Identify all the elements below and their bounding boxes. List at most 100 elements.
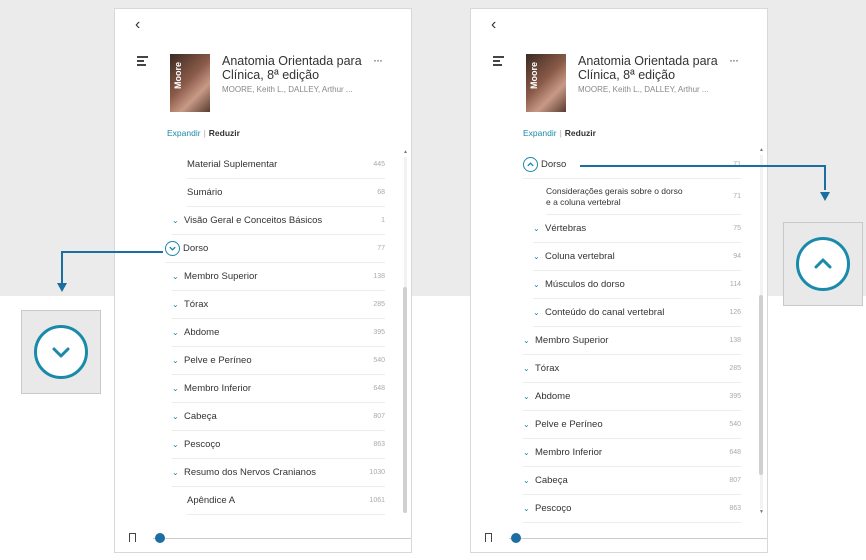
chevron-down-icon[interactable]: ⌄ [533, 224, 545, 233]
toc-row[interactable]: Apêndice A 1061 [187, 487, 385, 515]
toc-label: Pescoço [184, 439, 221, 450]
menu-lines-icon[interactable] [493, 56, 504, 68]
toc-row[interactable]: ⌄ Conteúdo do canal vertebral 126 [533, 299, 741, 327]
toc-page-number: 138 [373, 273, 385, 280]
toc-page-number: 863 [373, 441, 385, 448]
toc-row[interactable]: ⌄ Visão Geral e Conceitos Básicos 1 [172, 207, 385, 235]
chevron-down-icon[interactable]: ⌄ [172, 440, 184, 449]
chevron-down-icon[interactable]: ⌄ [523, 504, 535, 513]
expand-link[interactable]: Expandir [523, 128, 557, 138]
toc-page-number: 1061 [369, 497, 385, 504]
toc-row[interactable]: ⌄ Tórax 285 [523, 355, 741, 383]
scrollbar-thumb[interactable] [759, 295, 763, 475]
toc-row[interactable]: Considerações gerais sobre o dorso e a c… [546, 179, 741, 215]
callout-line [61, 251, 63, 283]
chevron-down-icon[interactable]: ⌄ [523, 364, 535, 373]
toc-label: Membro Inferior [535, 447, 603, 458]
progress-slider-knob[interactable] [155, 533, 165, 543]
chevron-down-icon[interactable]: ⌄ [172, 216, 184, 225]
toc-label: Material Suplementar [187, 159, 278, 170]
separator: | [203, 128, 206, 138]
chevron-down-icon[interactable]: ⌄ [172, 384, 184, 393]
toc-row[interactable]: ⌄ Membro Inferior 648 [523, 439, 741, 467]
toc-row[interactable]: ⌄ Membro Superior 138 [172, 263, 385, 291]
toc-row[interactable]: ⌄ Membro Inferior 648 [172, 375, 385, 403]
bookmark-icon[interactable] [129, 533, 136, 542]
toc-label: Tórax [535, 363, 560, 374]
toc-label: Dorso [183, 243, 209, 254]
scroll-up-icon[interactable]: ▲ [759, 147, 764, 153]
chevron-down-icon[interactable]: ⌄ [172, 272, 184, 281]
chevron-down-icon[interactable]: ⌄ [172, 328, 184, 337]
back-icon[interactable]: ‹ [135, 16, 140, 34]
chevron-down-circle-icon[interactable] [165, 241, 180, 256]
toc-label: Pelve e Períneo [535, 419, 603, 430]
chevron-down-icon[interactable]: ⌄ [523, 476, 535, 485]
toc-row[interactable]: ⌄ Músculos do dorso 114 [533, 271, 741, 299]
book-authors: MOORE, Keith L., DALLEY, Arthur ... [578, 85, 709, 94]
toc-page-number: 863 [729, 505, 741, 512]
scroll-up-icon[interactable]: ▲ [403, 149, 408, 155]
callout-line [61, 251, 163, 253]
chevron-down-icon[interactable]: ⌄ [172, 300, 184, 309]
toc-row[interactable]: ⌄ Membro Superior 138 [523, 327, 741, 355]
toc-label: Apêndice A [187, 495, 236, 506]
back-icon[interactable]: ‹ [491, 16, 496, 34]
chevron-up-circle-icon[interactable] [523, 157, 538, 172]
toc-label: Coluna vertebral [545, 251, 615, 262]
chevron-down-icon[interactable]: ⌄ [523, 392, 535, 401]
toc-row[interactable]: ⌄ Resumo dos Nervos Cranianos 1030 [172, 459, 385, 487]
menu-lines-icon[interactable] [137, 56, 148, 68]
bookmark-icon[interactable] [485, 533, 492, 542]
chevron-down-icon[interactable]: ⌄ [172, 468, 184, 477]
toc-page-number: 68 [377, 189, 385, 196]
collapse-callout-box [783, 222, 863, 306]
chevron-down-icon[interactable]: ⌄ [523, 336, 535, 345]
cover-text: Moore [529, 62, 539, 89]
reduce-link[interactable]: Reduzir [209, 128, 240, 138]
toc-row[interactable]: ⌄ Abdome 395 [172, 319, 385, 347]
expand-link[interactable]: Expandir [167, 128, 201, 138]
chevron-down-icon[interactable]: ⌄ [172, 356, 184, 365]
toc-row[interactable]: ⌄ Pelve e Períneo 540 [523, 411, 741, 439]
progress-slider-track[interactable] [509, 538, 767, 539]
reduce-link[interactable]: Reduzir [565, 128, 596, 138]
toc-label: Sumário [187, 187, 223, 198]
toc-row[interactable]: Material Suplementar 445 [187, 151, 385, 179]
toc-page-number: 1030 [369, 469, 385, 476]
chevron-down-icon[interactable]: ⌄ [533, 280, 545, 289]
progress-slider-track[interactable] [153, 538, 411, 539]
progress-slider-knob[interactable] [511, 533, 521, 543]
toc-page-number: 1 [381, 217, 385, 224]
callout-arrowhead [820, 192, 830, 201]
chevron-down-icon[interactable]: ⌄ [523, 448, 535, 457]
scroll-down-icon[interactable]: ▼ [759, 509, 764, 515]
toc-row[interactable]: ⌄ Vértebras 75 [533, 215, 741, 243]
toc-row[interactable]: ⌄ Pelve e Períneo 540 [172, 347, 385, 375]
toc-label: Conteúdo do canal vertebral [545, 307, 665, 318]
chevron-down-icon[interactable]: ⌄ [533, 308, 545, 317]
toc-row[interactable]: Sumário 68 [187, 179, 385, 207]
toc-row[interactable]: ⌄ Cabeça 807 [172, 403, 385, 431]
toc-page-number: 807 [729, 477, 741, 484]
toc-row[interactable]: ⌄ Tórax 285 [172, 291, 385, 319]
toc-row[interactable]: ⌄ Coluna vertebral 94 [533, 243, 741, 271]
toc-page-number: 540 [729, 421, 741, 428]
toc-row[interactable]: ⌄ Abdome 395 [523, 383, 741, 411]
chevron-down-icon[interactable]: ⌄ [172, 412, 184, 421]
chevron-down-icon[interactable]: ⌄ [533, 252, 545, 261]
toc-row[interactable]: Dorso 77 [165, 235, 385, 263]
toc-row[interactable]: ⌄ Cabeça 807 [523, 467, 741, 495]
more-dots-icon[interactable]: ··· [729, 53, 739, 67]
toc-row[interactable]: ⌄ Pescoço 863 [523, 495, 741, 523]
toc-row[interactable]: ⌄ Pescoço 863 [172, 431, 385, 459]
chevron-up-circle-icon [796, 237, 850, 291]
chevron-down-circle-icon [34, 325, 88, 379]
more-dots-icon[interactable]: ··· [373, 53, 383, 67]
expand-reduce-controls: Expandir | Reduzir [523, 128, 596, 138]
scrollbar-thumb[interactable] [403, 287, 407, 513]
chevron-down-icon[interactable]: ⌄ [523, 420, 535, 429]
separator: | [559, 128, 562, 138]
toc-page-number: 138 [729, 337, 741, 344]
toc-page-number: 75 [733, 225, 741, 232]
